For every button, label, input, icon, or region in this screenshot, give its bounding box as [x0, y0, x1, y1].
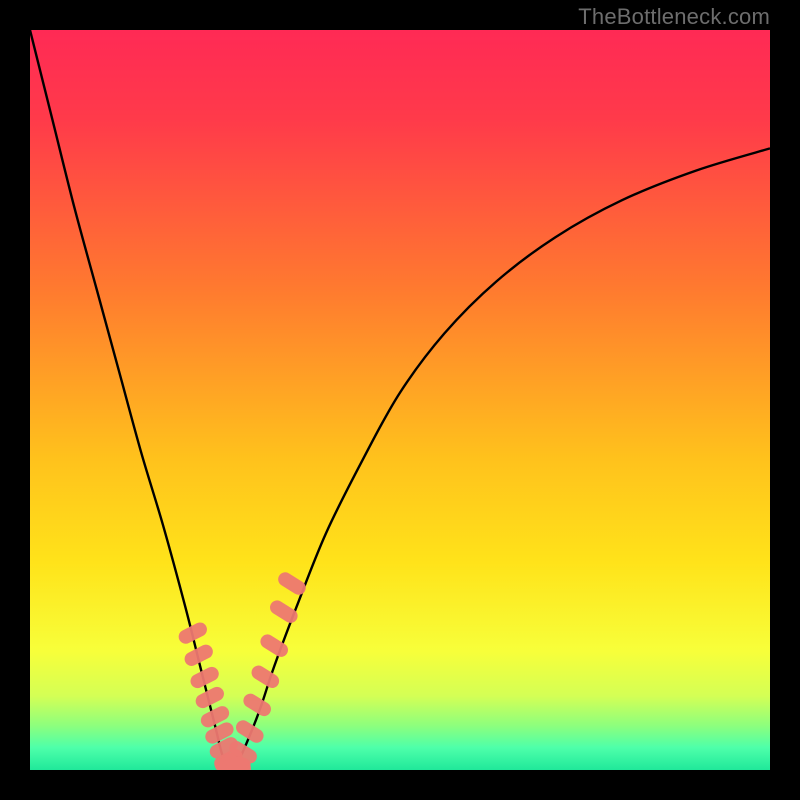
marker	[249, 663, 282, 691]
curve-layer	[30, 30, 770, 770]
marker	[233, 718, 266, 746]
bottleneck-curve	[30, 30, 770, 770]
watermark-text: TheBottleneck.com	[578, 4, 770, 30]
marker	[267, 598, 300, 626]
marker	[276, 570, 309, 598]
marker	[176, 620, 209, 646]
chart-frame: TheBottleneck.com	[0, 0, 800, 800]
highlight-markers	[176, 570, 308, 770]
plot-area	[30, 30, 770, 770]
